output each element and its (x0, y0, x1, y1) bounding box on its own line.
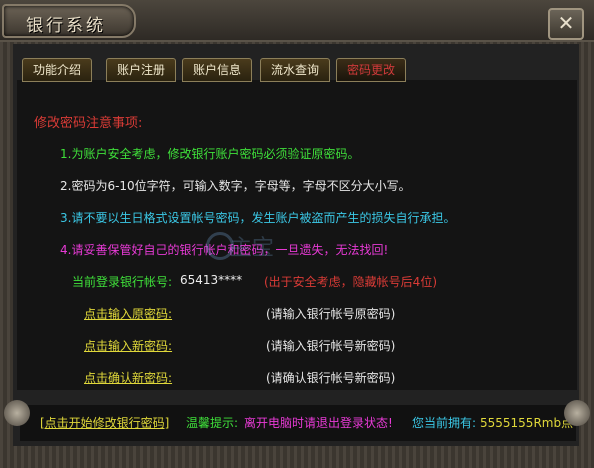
tab-account-info[interactable]: 账户信息 (182, 58, 252, 82)
old-password-hint: (请输入银行帐号原密码) (266, 307, 396, 321)
confirm-password-colon: : (168, 371, 173, 385)
bank-window: 银行系统 ✕ 功能介绍 账户注册 账户信息 流水查询 密码更改 修改密码注意事项… (0, 0, 594, 468)
close-icon: ✕ (557, 11, 575, 35)
old-password-colon: : (168, 307, 173, 321)
account-value: 65413**** (180, 273, 243, 287)
tip-text: 离开电脑时请退出登录状态! (244, 416, 393, 430)
old-password-link[interactable]: 点击输入原密码: (84, 305, 172, 322)
confirm-password-link[interactable]: 点击确认新密码: (84, 369, 172, 386)
title-bar: 银行系统 ✕ (0, 0, 594, 42)
new-password-link-label: 点击输入新密码 (84, 339, 169, 353)
start-change-password-button[interactable]: [点击开始修改银行密码] (40, 414, 169, 431)
account-label: 当前登录银行帐号: (72, 275, 173, 289)
old-password-link-label: 点击输入原密码 (84, 307, 169, 321)
rule-2: 2.密码为6-10位字符，可输入数字，字母等，字母不区分大小写。 (60, 179, 411, 193)
close-button[interactable]: ✕ (548, 8, 584, 40)
tab-account-register[interactable]: 账户注册 (106, 58, 176, 82)
corner-ornament-right (564, 400, 590, 426)
tab-function-intro[interactable]: 功能介绍 (22, 58, 92, 82)
balance-value: 5555155Rmb点 (480, 416, 574, 430)
new-password-link[interactable]: 点击输入新密码: (84, 337, 172, 354)
new-password-hint: (请输入银行帐号新密码) (266, 339, 396, 353)
tip-label: 温馨提示: (186, 416, 239, 430)
tab-change-password[interactable]: 密码更改 (336, 58, 406, 82)
rule-3: 3.请不要以生日格式设置帐号密码，发生账户被盗而产生的损失自行承担。 (60, 211, 456, 225)
balance-label: 您当前拥有: (412, 416, 477, 430)
notice-title: 修改密码注意事项: (34, 116, 143, 131)
new-password-colon: : (168, 339, 173, 353)
corner-ornament-left (4, 400, 30, 426)
window-title: 银行系统 (26, 16, 106, 36)
watermark-text: 主宝 (230, 236, 275, 261)
title-plate: 银行系统 (2, 4, 136, 38)
confirm-password-link-label: 点击确认新密码 (84, 371, 169, 385)
rule-1: 1.为账户安全考虑，修改银行账户密码必须验证原密码。 (60, 147, 360, 161)
tab-transaction-query[interactable]: 流水查询 (260, 58, 330, 82)
confirm-password-hint: (请确认银行帐号新密码) (266, 371, 396, 385)
account-note: (出于安全考虑，隐藏帐号后4位) (264, 275, 437, 289)
